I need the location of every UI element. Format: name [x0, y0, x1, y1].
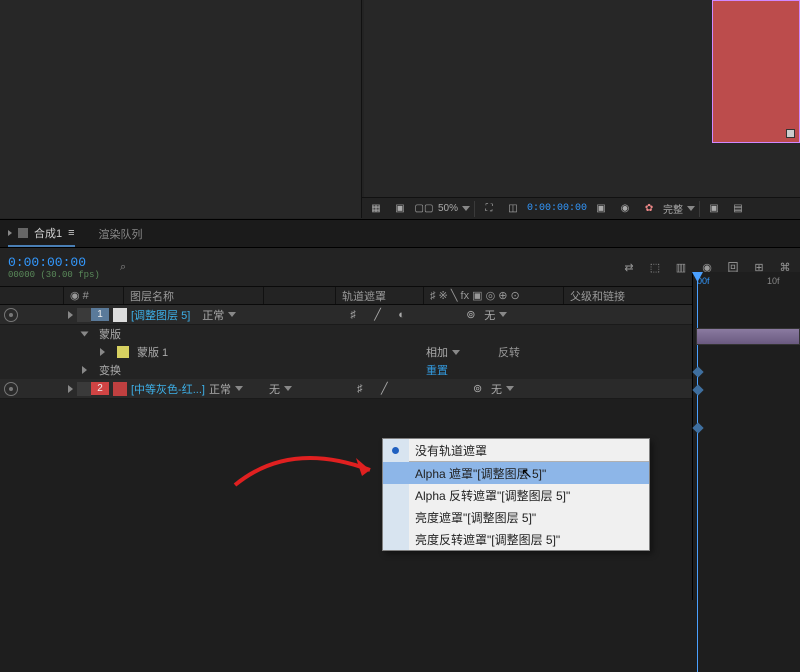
quality-label: 完整	[663, 201, 683, 216]
pickwhip-icon[interactable]: ⊚	[473, 382, 482, 395]
menu-label: 没有轨道遮罩	[415, 442, 487, 459]
selected-bullet-icon	[392, 447, 399, 454]
menu-item-luma-matte[interactable]: 亮度遮罩"[调整图层 5]"	[383, 506, 649, 528]
tab-rq-label: 渲染队列	[99, 226, 143, 242]
cursor-icon: ↖	[521, 465, 533, 482]
parent-dropdown[interactable]: 无	[491, 381, 514, 397]
frame-blend-icon[interactable]: ▥	[672, 258, 690, 276]
twirl-icon[interactable]	[100, 348, 105, 356]
resolution-dropdown[interactable]: 完整	[663, 200, 695, 218]
ruler-tick-10: 10f	[767, 276, 780, 286]
mask-color-swatch[interactable]	[117, 346, 129, 358]
timeline-columns-header: ◉ # 图层名称 轨道遮罩 ♯ ※ ╲ fx ▣ ◎ ⊕ ⊙ 父级和链接	[0, 286, 800, 305]
twirl-icon[interactable]	[81, 332, 89, 337]
mask-toggle-icon[interactable]: ◫	[503, 200, 523, 218]
preview-timecode[interactable]: 0:00:00:00	[527, 200, 587, 218]
search-icon[interactable]: ⌕	[120, 261, 126, 274]
visibility-icon[interactable]	[4, 308, 18, 322]
col-num[interactable]: ◉ #	[70, 289, 89, 302]
canvas-shape[interactable]	[712, 0, 800, 143]
preview-left-panel	[0, 0, 362, 218]
label-color[interactable]	[77, 308, 91, 322]
menu-label: 亮度遮罩"[调整图层 5]"	[415, 509, 536, 526]
menu-item-no-matte[interactable]: 没有轨道遮罩	[383, 439, 649, 461]
menu-item-alpha-matte[interactable]: Alpha 遮罩"[调整图层 5]" ↖	[383, 462, 649, 484]
timeline-ruler-area[interactable]: 00f 10f	[692, 272, 800, 600]
snapshot-icon[interactable]: ▣	[591, 200, 611, 218]
layer-row-1[interactable]: 1 [调整图层 5] 正常 ♯ ╱ ◐ ⊚ 无	[0, 305, 800, 325]
menu-item-luma-inverted[interactable]: 亮度反转遮罩"[调整图层 5]"	[383, 528, 649, 550]
shy-toggle-icon[interactable]: ⇄	[620, 258, 638, 276]
col-track-matte[interactable]: 轨道遮罩	[342, 288, 386, 304]
tab-render-queue[interactable]: 渲染队列	[99, 220, 143, 247]
transform-group-row[interactable]: 变换 重置	[0, 361, 800, 379]
menu-label: Alpha 反转遮罩"[调整图层 5]"	[415, 487, 570, 504]
timecode-sub: 00000 (30.00 fps)	[8, 270, 120, 280]
vr-icon[interactable]: ▢▢	[414, 200, 434, 218]
panel-tabs: 合成1 ≡ 渲染队列	[0, 220, 800, 248]
mask-invert-label[interactable]: 反转	[498, 344, 520, 360]
preview-right-panel[interactable]	[364, 0, 800, 218]
track-matte-menu: 没有轨道遮罩 Alpha 遮罩"[调整图层 5]" ↖ Alpha 反转遮罩"[…	[382, 438, 650, 551]
comp-icon	[18, 228, 28, 238]
tab-composition[interactable]: 合成1 ≡	[8, 220, 75, 247]
layer-swatch	[113, 308, 127, 322]
keyframe-marker[interactable]	[692, 422, 703, 433]
channel-icon[interactable]: ◉	[615, 200, 635, 218]
pickwhip-icon[interactable]: ⊚	[466, 308, 475, 321]
adjustment-icon[interactable]: ◐	[398, 309, 405, 321]
zoom-dropdown[interactable]: 50%	[438, 200, 470, 218]
current-timecode[interactable]: 0:00:00:00	[8, 255, 86, 270]
mask-group-row[interactable]: 蒙版	[0, 325, 800, 343]
annotation-arrow	[230, 430, 390, 490]
mask-item-row[interactable]: 蒙版 1 相加 反转	[0, 343, 800, 361]
twirl-icon[interactable]	[68, 385, 73, 393]
transparency-icon[interactable]: ▤	[728, 200, 748, 218]
preview-area: ▦ ▣ ▢▢ 50% ⛶ ◫ 0:00:00:00 ▣ ◉ ✿ 完整 ▣ ▤	[0, 0, 800, 220]
track-matte-dropdown[interactable]: 无	[269, 381, 292, 397]
blend-mode-dropdown[interactable]: 正常	[209, 381, 243, 397]
layer-panel: 1 [调整图层 5] 正常 ♯ ╱ ◐ ⊚ 无 蒙版 蒙版 1 相加 反转 变换…	[0, 305, 800, 399]
layer-duration-bar[interactable]	[696, 328, 800, 345]
crop-icon[interactable]: ⛶	[479, 200, 499, 218]
keyframe-marker[interactable]	[692, 366, 703, 377]
tab-comp-label: 合成1	[34, 225, 62, 241]
parent-dropdown[interactable]: 无	[484, 307, 507, 323]
label-color[interactable]	[77, 382, 91, 396]
transform-reset-link[interactable]: 重置	[426, 362, 448, 378]
mask-name[interactable]: 蒙版 1	[137, 344, 168, 360]
col-switches[interactable]: ♯ ※ ╲ fx ▣ ◎ ⊕ ⊙	[430, 289, 520, 302]
draft3d-icon[interactable]: ⬚	[646, 258, 664, 276]
preview-toolbar: ▦ ▣ ▢▢ 50% ⛶ ◫ 0:00:00:00 ▣ ◉ ✿ 完整 ▣ ▤	[362, 197, 800, 219]
col-layer-name[interactable]: 图层名称	[130, 288, 174, 304]
twirl-icon[interactable]	[68, 311, 73, 319]
layer-index: 2	[91, 382, 109, 395]
layer-name-text[interactable]: [调整图层 5]	[131, 307, 190, 323]
menu-item-alpha-inverted[interactable]: Alpha 反转遮罩"[调整图层 5]"	[383, 484, 649, 506]
visibility-icon[interactable]	[4, 382, 18, 396]
grid-icon[interactable]: ▦	[366, 200, 386, 218]
blend-mode-dropdown[interactable]: 正常	[202, 307, 236, 323]
transform-label: 变换	[99, 362, 121, 378]
menu-label: 亮度反转遮罩"[调整图层 5]"	[415, 531, 560, 548]
mask-group-label: 蒙版	[99, 326, 121, 342]
keyframe-marker[interactable]	[692, 384, 703, 395]
tab-menu-icon[interactable]: ≡	[68, 227, 74, 239]
tab-indicator-icon	[8, 230, 12, 236]
layer-swatch	[113, 382, 127, 396]
layer-row-2[interactable]: 2 [中等灰色-红...] 正常 无 ♯ ╱ ⊚ 无	[0, 379, 800, 399]
layer-index: 1	[91, 308, 109, 321]
mask-mode-dropdown[interactable]: 相加	[426, 344, 460, 360]
color-mgmt-icon[interactable]: ✿	[639, 200, 659, 218]
col-parent[interactable]: 父级和链接	[570, 288, 625, 304]
layer-name-text[interactable]: [中等灰色-红...]	[131, 381, 205, 397]
twirl-icon[interactable]	[82, 366, 87, 374]
roi-icon[interactable]: ▣	[704, 200, 724, 218]
layers-icon[interactable]: ▣	[390, 200, 410, 218]
zoom-value: 50%	[438, 203, 458, 214]
